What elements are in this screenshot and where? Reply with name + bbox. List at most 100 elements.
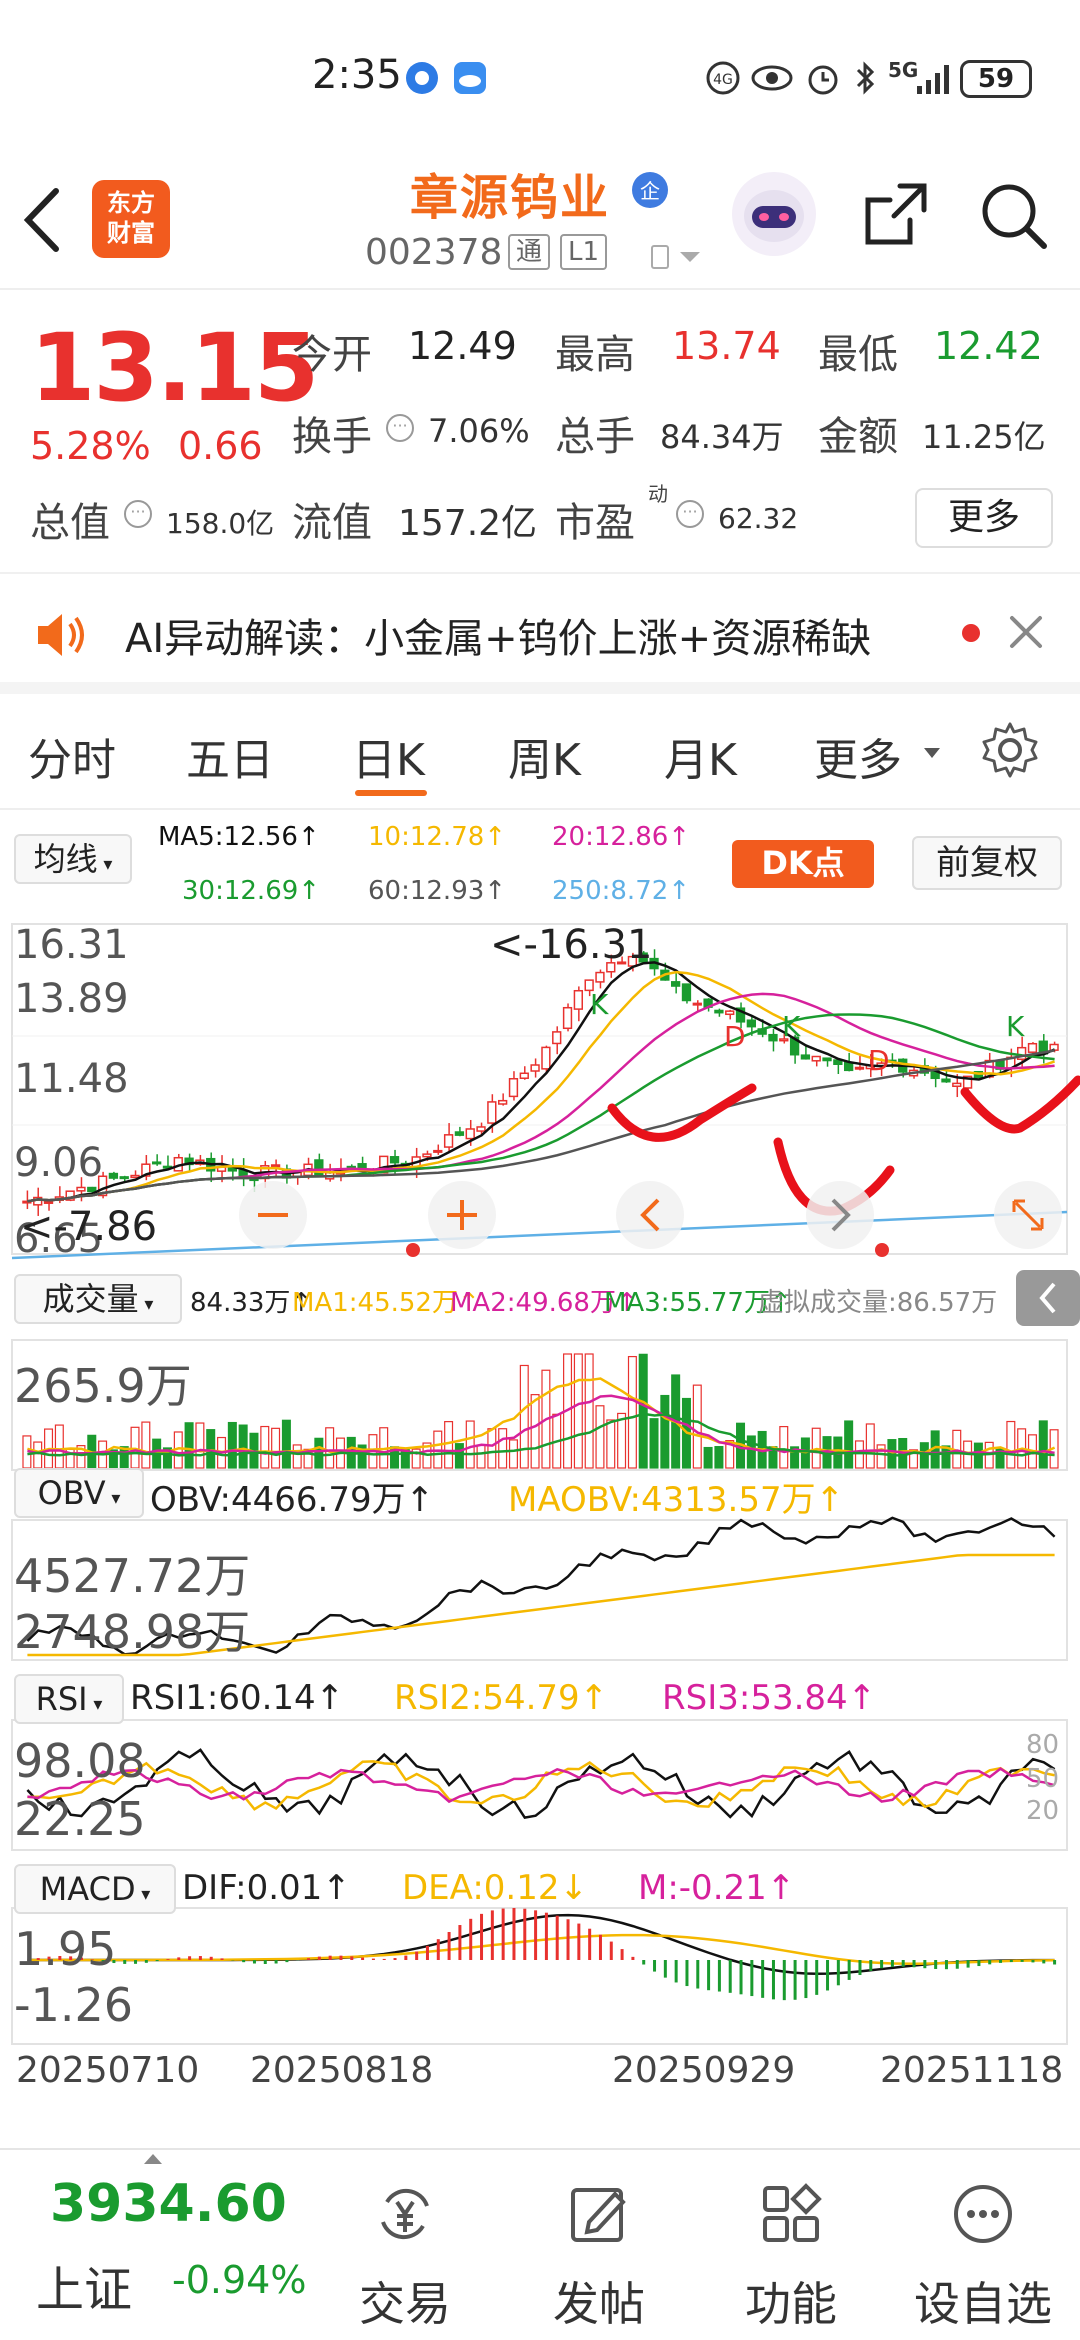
open-value: 12.49 xyxy=(408,324,517,368)
adjust-mode-button[interactable]: 前复权 xyxy=(912,836,1062,890)
candle-body xyxy=(692,1002,702,1006)
trade-yen-icon xyxy=(381,2188,429,2240)
price-axis-label: 13.89 xyxy=(14,976,129,1022)
candle-body xyxy=(108,1172,119,1179)
search-icon[interactable] xyxy=(978,180,1050,252)
index-name[interactable]: 上证 xyxy=(36,2250,132,2320)
ma-selector[interactable]: 均线 ▾ xyxy=(14,834,132,884)
ai-insight-bar[interactable]: AI异动解读：小金属+钨价上涨+资源稀缺 xyxy=(0,572,1080,694)
obv-value: OBV:4466.79万↑ xyxy=(150,1480,435,1520)
volume-label: 总手 xyxy=(555,414,635,460)
volume-bar xyxy=(195,1422,205,1469)
dropdown-arrow-icon[interactable] xyxy=(650,242,710,272)
low-value: 12.42 xyxy=(934,324,1043,368)
volume-bar xyxy=(530,1394,540,1469)
nav-add-watchlist[interactable]: 设自选 xyxy=(908,2150,1058,2340)
settings-gear-icon[interactable] xyxy=(980,720,1040,780)
index-value[interactable]: 3934.60 xyxy=(50,2174,287,2234)
macd-panel-frame xyxy=(11,1907,1068,2045)
status-bar: 2:35 4G 5G 59 xyxy=(0,0,1080,150)
ma10-value: 10:12.78↑ xyxy=(368,822,507,852)
event-dot xyxy=(875,1243,889,1257)
candle-body xyxy=(433,1149,443,1153)
volume-selector-label: 成交量 xyxy=(42,1280,139,1318)
volume-bar xyxy=(1038,1420,1048,1469)
quote-panel: 13.15 5.28% 0.66 今开 12.49 最高 13.74 最低 12… xyxy=(0,292,1080,572)
amount-value: 11.25亿 xyxy=(922,418,1046,456)
candle-body xyxy=(76,1186,86,1192)
info-dots-icon[interactable]: ··· xyxy=(124,500,152,528)
tab-daily-k[interactable]: 日K xyxy=(352,724,425,788)
k-signal: K xyxy=(590,988,609,1021)
pe-value: 62.32 xyxy=(718,502,799,535)
volume-bar xyxy=(271,1427,281,1469)
candle-body xyxy=(43,1200,54,1204)
chevron-down-icon xyxy=(924,748,940,758)
rsi-selector[interactable]: RSI ▾ xyxy=(14,1674,124,1724)
float-value: 157.2亿 xyxy=(398,503,538,544)
volume-bar xyxy=(714,1446,724,1469)
info-dots-icon[interactable]: ··· xyxy=(676,500,704,528)
turnover-label: 换手 xyxy=(292,414,372,460)
candlestick-series xyxy=(22,949,1059,1216)
volume-selector[interactable]: 成交量 ▾ xyxy=(14,1274,182,1324)
chevron-up-icon[interactable] xyxy=(142,2152,164,2166)
nav-post[interactable]: 发帖 xyxy=(524,2150,674,2340)
info-dots-icon[interactable]: ··· xyxy=(386,414,414,442)
price-panel-frame xyxy=(11,923,1068,1255)
close-icon[interactable] xyxy=(1008,614,1044,650)
candle-body xyxy=(530,1064,540,1072)
current-price: 13.15 xyxy=(30,314,319,423)
volume-axis-label: 265.9万 xyxy=(14,1359,192,1413)
tab-more[interactable]: 更多 xyxy=(814,724,902,788)
volume-bar xyxy=(919,1442,929,1469)
tab-monthly-k[interactable]: 月K xyxy=(664,724,737,788)
rsi-level-50: 50 xyxy=(1026,1764,1060,1794)
tab-weekly-k[interactable]: 周K xyxy=(508,724,581,788)
open-label: 今开 xyxy=(292,332,372,378)
candle-body xyxy=(454,1131,465,1136)
volume-bar xyxy=(292,1444,302,1469)
k-line-chart-area[interactable]: 均线 ▾ MA5:12.56↑ 10:12.78↑ 20:12.86↑ 30:1… xyxy=(0,812,1080,2152)
obv-selector[interactable]: OBV ▾ xyxy=(14,1468,144,1518)
speaker-icon xyxy=(38,614,84,656)
status-time: 2:35 xyxy=(312,52,402,98)
back-arrow-icon[interactable] xyxy=(18,185,68,255)
macd-selector[interactable]: MACD ▾ xyxy=(14,1864,176,1914)
change-amount: 0.66 xyxy=(178,424,263,468)
svg-text:4G: 4G xyxy=(713,72,733,88)
pe-dynamic-sup: 动 xyxy=(648,482,668,506)
share-icon[interactable] xyxy=(860,180,930,250)
volume-bar xyxy=(606,1419,616,1469)
tab-five-day[interactable]: 五日 xyxy=(186,724,274,788)
low-marker: <-7.86 xyxy=(20,1204,158,1250)
mktcap-label: 总值 xyxy=(30,500,110,546)
volume-bar xyxy=(184,1422,194,1469)
volume-bar xyxy=(281,1419,291,1469)
nav-functions[interactable]: 功能 xyxy=(716,2150,866,2340)
tab-intraday[interactable]: 分时 xyxy=(28,724,116,788)
logo-text-2: 财富 xyxy=(107,219,155,247)
volume-bar xyxy=(844,1420,854,1469)
logo-text-1: 东方 xyxy=(107,189,155,217)
nav-trade[interactable]: 交易 xyxy=(330,2150,480,2340)
ai-robot-avatar[interactable] xyxy=(730,170,818,258)
volume-bar xyxy=(660,1394,670,1469)
float-label: 流值 xyxy=(292,500,372,546)
unread-dot xyxy=(962,624,980,642)
ai-insight-text[interactable]: AI异动解读：小金属+钨价上涨+资源稀缺 xyxy=(125,606,871,664)
candle-body xyxy=(465,1128,475,1140)
candle-body xyxy=(152,1161,162,1165)
macd-axis-label: 1.95 xyxy=(14,1922,117,1976)
rsi-axis-label: 98.08 xyxy=(14,1734,146,1788)
macd-axis-label: -1.26 xyxy=(14,1978,134,2032)
candle-body xyxy=(487,1101,497,1124)
nav-trade-label: 交易 xyxy=(359,2277,451,2331)
volume-bar xyxy=(573,1353,583,1469)
dk-point-button[interactable]: DK点 xyxy=(732,840,874,888)
level-tag: L1 xyxy=(560,234,608,270)
more-quote-button[interactable]: 更多 xyxy=(915,488,1053,548)
date-label: 20250710 xyxy=(16,2050,200,2091)
volume-bar xyxy=(54,1424,64,1469)
k-signal: K xyxy=(1006,1010,1025,1043)
